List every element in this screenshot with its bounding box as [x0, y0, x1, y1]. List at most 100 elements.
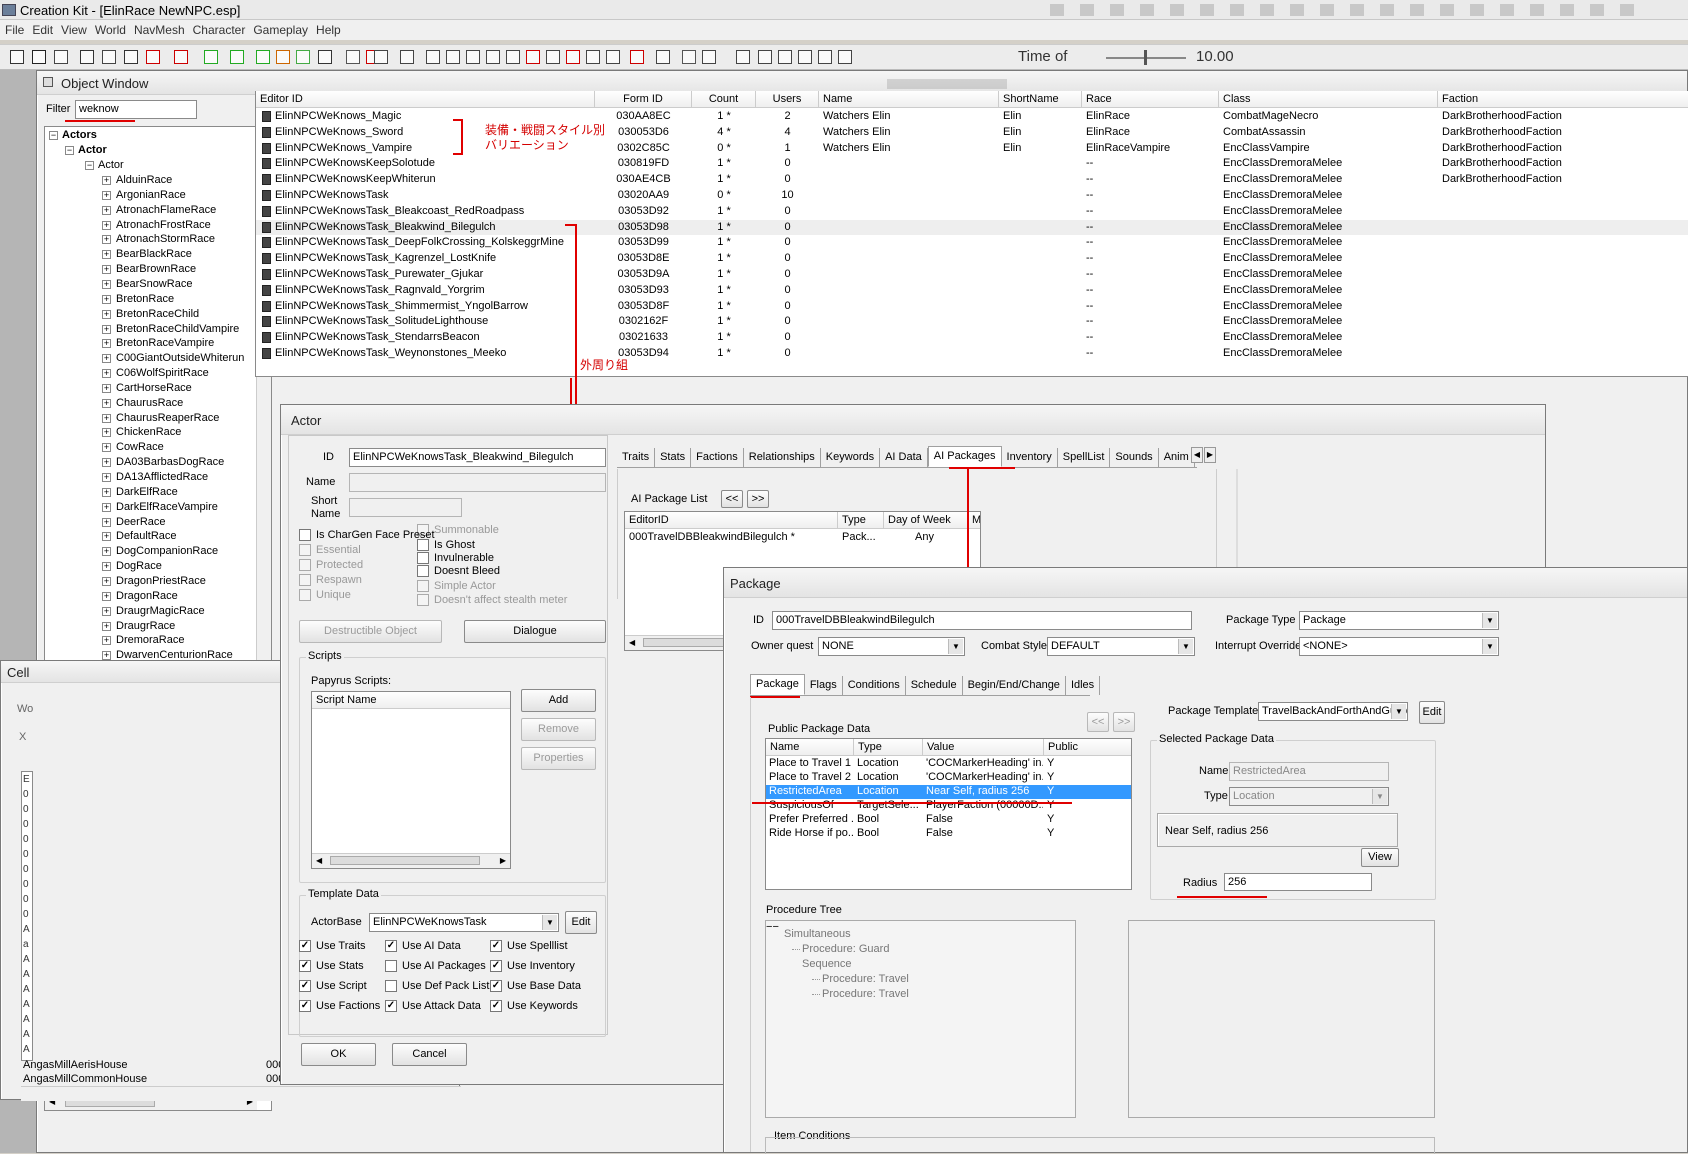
pkg-prev-button[interactable]: << — [1087, 712, 1109, 732]
tree-node-race[interactable]: AtronachStormRace — [116, 233, 215, 245]
toolbar-icon-10[interactable] — [230, 50, 244, 64]
tree-collapse-icon[interactable]: − — [49, 131, 58, 140]
chevron-down-icon[interactable]: ▼ — [1372, 789, 1387, 804]
tree-expand-icon[interactable]: + — [102, 547, 111, 557]
tree-expand-icon[interactable]: + — [102, 220, 111, 230]
tab-factions[interactable]: Factions — [691, 448, 744, 467]
tree-node-race[interactable]: DefaultRace — [116, 530, 177, 542]
table-row[interactable]: ElinNPCWeKnowsTask_Bleakwind_Bilegulch 03… — [256, 219, 1688, 235]
tree-expand-icon[interactable]: + — [102, 294, 111, 304]
tree-expand-icon[interactable]: + — [102, 606, 111, 616]
table-row[interactable]: ElinNPCWeKnowsTask_Bleakcoast_RedRoadpas… — [256, 204, 1688, 219]
procedure-node[interactable]: Procedure: Guard — [802, 943, 889, 955]
checkbox-box[interactable] — [417, 565, 429, 577]
filter-input[interactable]: weknow — [75, 100, 197, 119]
ai-col-day-of-week[interactable]: Day of Week — [884, 512, 968, 529]
tab-sounds[interactable]: Sounds — [1110, 448, 1159, 467]
tree-node-race[interactable]: DogCompanionRace — [116, 545, 218, 557]
toolbar-icon-19[interactable] — [426, 50, 440, 64]
tree-node-race[interactable]: DragonRace — [116, 590, 178, 602]
checkbox-box[interactable] — [299, 589, 311, 601]
tree-expand-icon[interactable]: + — [102, 235, 111, 245]
time-slider-thumb[interactable] — [1144, 50, 1147, 65]
tree-expand-icon[interactable]: + — [102, 532, 111, 542]
checkbox-box[interactable] — [299, 544, 311, 556]
selected-type-dropdown[interactable]: Location ▼ — [1229, 787, 1389, 806]
toolbar-icon-38[interactable] — [838, 50, 852, 64]
tree-node-race[interactable]: CartHorseRace — [116, 382, 192, 394]
tree-collapse-icon[interactable]: − — [772, 921, 778, 933]
table-row[interactable]: ElinNPCWeKnowsTask_Ragnvald_Yorgrim 03053… — [256, 283, 1688, 298]
actor-id-input[interactable]: ElinNPCWeKnowsTask_Bleakwind_Bilegulch — [349, 448, 606, 467]
tree-node-race[interactable]: ChaurusRace — [116, 397, 183, 409]
object-list[interactable]: Editor ID Form ID Count Users Name ShortName R… — [255, 91, 1688, 377]
toolbar-icon-26[interactable] — [566, 50, 580, 64]
tree-expand-icon[interactable]: + — [102, 562, 111, 572]
toolbar-icon-37[interactable] — [818, 50, 832, 64]
toolbar-icon-13[interactable] — [296, 50, 310, 64]
checkbox-box[interactable]: ✓ — [299, 1000, 311, 1012]
tree-node-actor[interactable]: Actor — [78, 144, 107, 156]
template-flag-checkbox[interactable]: ✓ Use Factions — [299, 1000, 380, 1014]
menu-item-character[interactable]: Character — [193, 23, 254, 40]
checkbox-box[interactable]: ✓ — [490, 940, 502, 952]
tab-flags[interactable]: Flags — [805, 676, 843, 695]
chevron-down-icon[interactable]: ▼ — [1178, 639, 1193, 654]
toolbar-icon-28[interactable] — [606, 50, 620, 64]
script-hscroll-thumb[interactable] — [330, 856, 480, 865]
tree-expand-icon[interactable]: + — [102, 250, 111, 260]
checkbox-box[interactable]: ✓ — [299, 940, 311, 952]
package-type-dropdown[interactable]: Package ▼ — [1299, 611, 1499, 630]
time-of-day-slider[interactable] — [1106, 50, 1186, 65]
toolbar-icon-29[interactable] — [630, 50, 644, 64]
ai-row-type[interactable]: Pack... — [842, 531, 876, 543]
tree-node-race[interactable]: DragonPriestRace — [116, 575, 206, 587]
toolbar-icon-30[interactable] — [656, 50, 670, 64]
actor-name-input[interactable] — [349, 473, 606, 492]
chevron-down-icon[interactable]: ▼ — [1391, 704, 1406, 719]
tree-node-race[interactable]: DogRace — [116, 560, 162, 572]
column-header-count[interactable]: Count — [692, 91, 756, 108]
toolbar-icon-18[interactable] — [400, 50, 414, 64]
column-header-form-id[interactable]: Form ID — [595, 91, 692, 108]
tree-expand-icon[interactable]: + — [102, 176, 111, 185]
actor-flag-checkbox[interactable]: Doesnt Bleed — [417, 565, 500, 579]
toolbar-icon-35[interactable] — [778, 50, 792, 64]
toolbar-icon-24[interactable] — [526, 50, 540, 64]
selected-name-input[interactable]: RestrictedArea — [1229, 762, 1389, 781]
column-header-faction[interactable]: Faction — [1438, 91, 1688, 108]
template-flag-checkbox[interactable]: ✓ Use Attack Data — [385, 1000, 481, 1014]
tree-node-race[interactable]: BearBlackRace — [116, 248, 192, 260]
tab-keywords[interactable]: Keywords — [821, 448, 881, 467]
tab-idles[interactable]: Idles — [1066, 676, 1101, 695]
tree-expand-icon[interactable]: + — [102, 339, 111, 349]
checkbox-box[interactable]: ✓ — [490, 1000, 502, 1012]
checkbox-box[interactable] — [417, 580, 429, 592]
ai-col-editorid[interactable]: EditorID — [625, 512, 838, 529]
toolbar-icon-22[interactable] — [486, 50, 500, 64]
toolbar-icon-23[interactable] — [506, 50, 520, 64]
tab-stats[interactable]: Stats — [655, 448, 692, 467]
column-header-class[interactable]: Class — [1219, 91, 1438, 108]
toolbar-icon-20[interactable] — [446, 50, 460, 64]
ai-hscroll-left[interactable]: ◀ — [629, 638, 635, 647]
cell-item-1[interactable]: AngasMillAerisHouse — [23, 1059, 128, 1071]
menu-item-help[interactable]: Help — [316, 23, 349, 40]
tab-scroll-left[interactable]: ◀ — [1191, 447, 1203, 463]
tab-scroll-right[interactable]: ▶ — [1204, 447, 1216, 463]
procedure-tree[interactable]: − Simultaneous Procedure: Guard − Sequence Pr… — [765, 920, 1076, 1118]
table-row[interactable]: ElinNPCWeKnows_Magic 030AA8EC 1 * 2 Watchers… — [256, 109, 1688, 124]
actorbase-edit-button[interactable]: Edit — [565, 911, 597, 934]
script-properties-button[interactable]: Properties — [521, 747, 596, 770]
table-row[interactable]: ElinNPCWeKnows_Sword 030053D6 4 * 4 Watchers… — [256, 125, 1688, 140]
tree-expand-icon[interactable]: + — [102, 517, 111, 527]
script-hscroll-right[interactable]: ▶ — [500, 856, 506, 865]
tab-ai-data[interactable]: AI Data — [880, 448, 928, 467]
table-row[interactable]: RestrictedArea Location Near Self, radius … — [766, 785, 1131, 799]
package-template-dropdown[interactable]: TravelBackAndForthAndGuard ▼ — [1258, 702, 1408, 721]
template-flag-checkbox[interactable]: Use Def Pack List — [385, 980, 489, 994]
tree-node-race[interactable]: ChickenRace — [116, 426, 181, 438]
checkbox-box[interactable] — [299, 574, 311, 586]
template-flag-checkbox[interactable]: ✓ Use Traits — [299, 940, 366, 954]
cell-item-2[interactable]: AngasMillCommonHouse — [23, 1073, 147, 1085]
